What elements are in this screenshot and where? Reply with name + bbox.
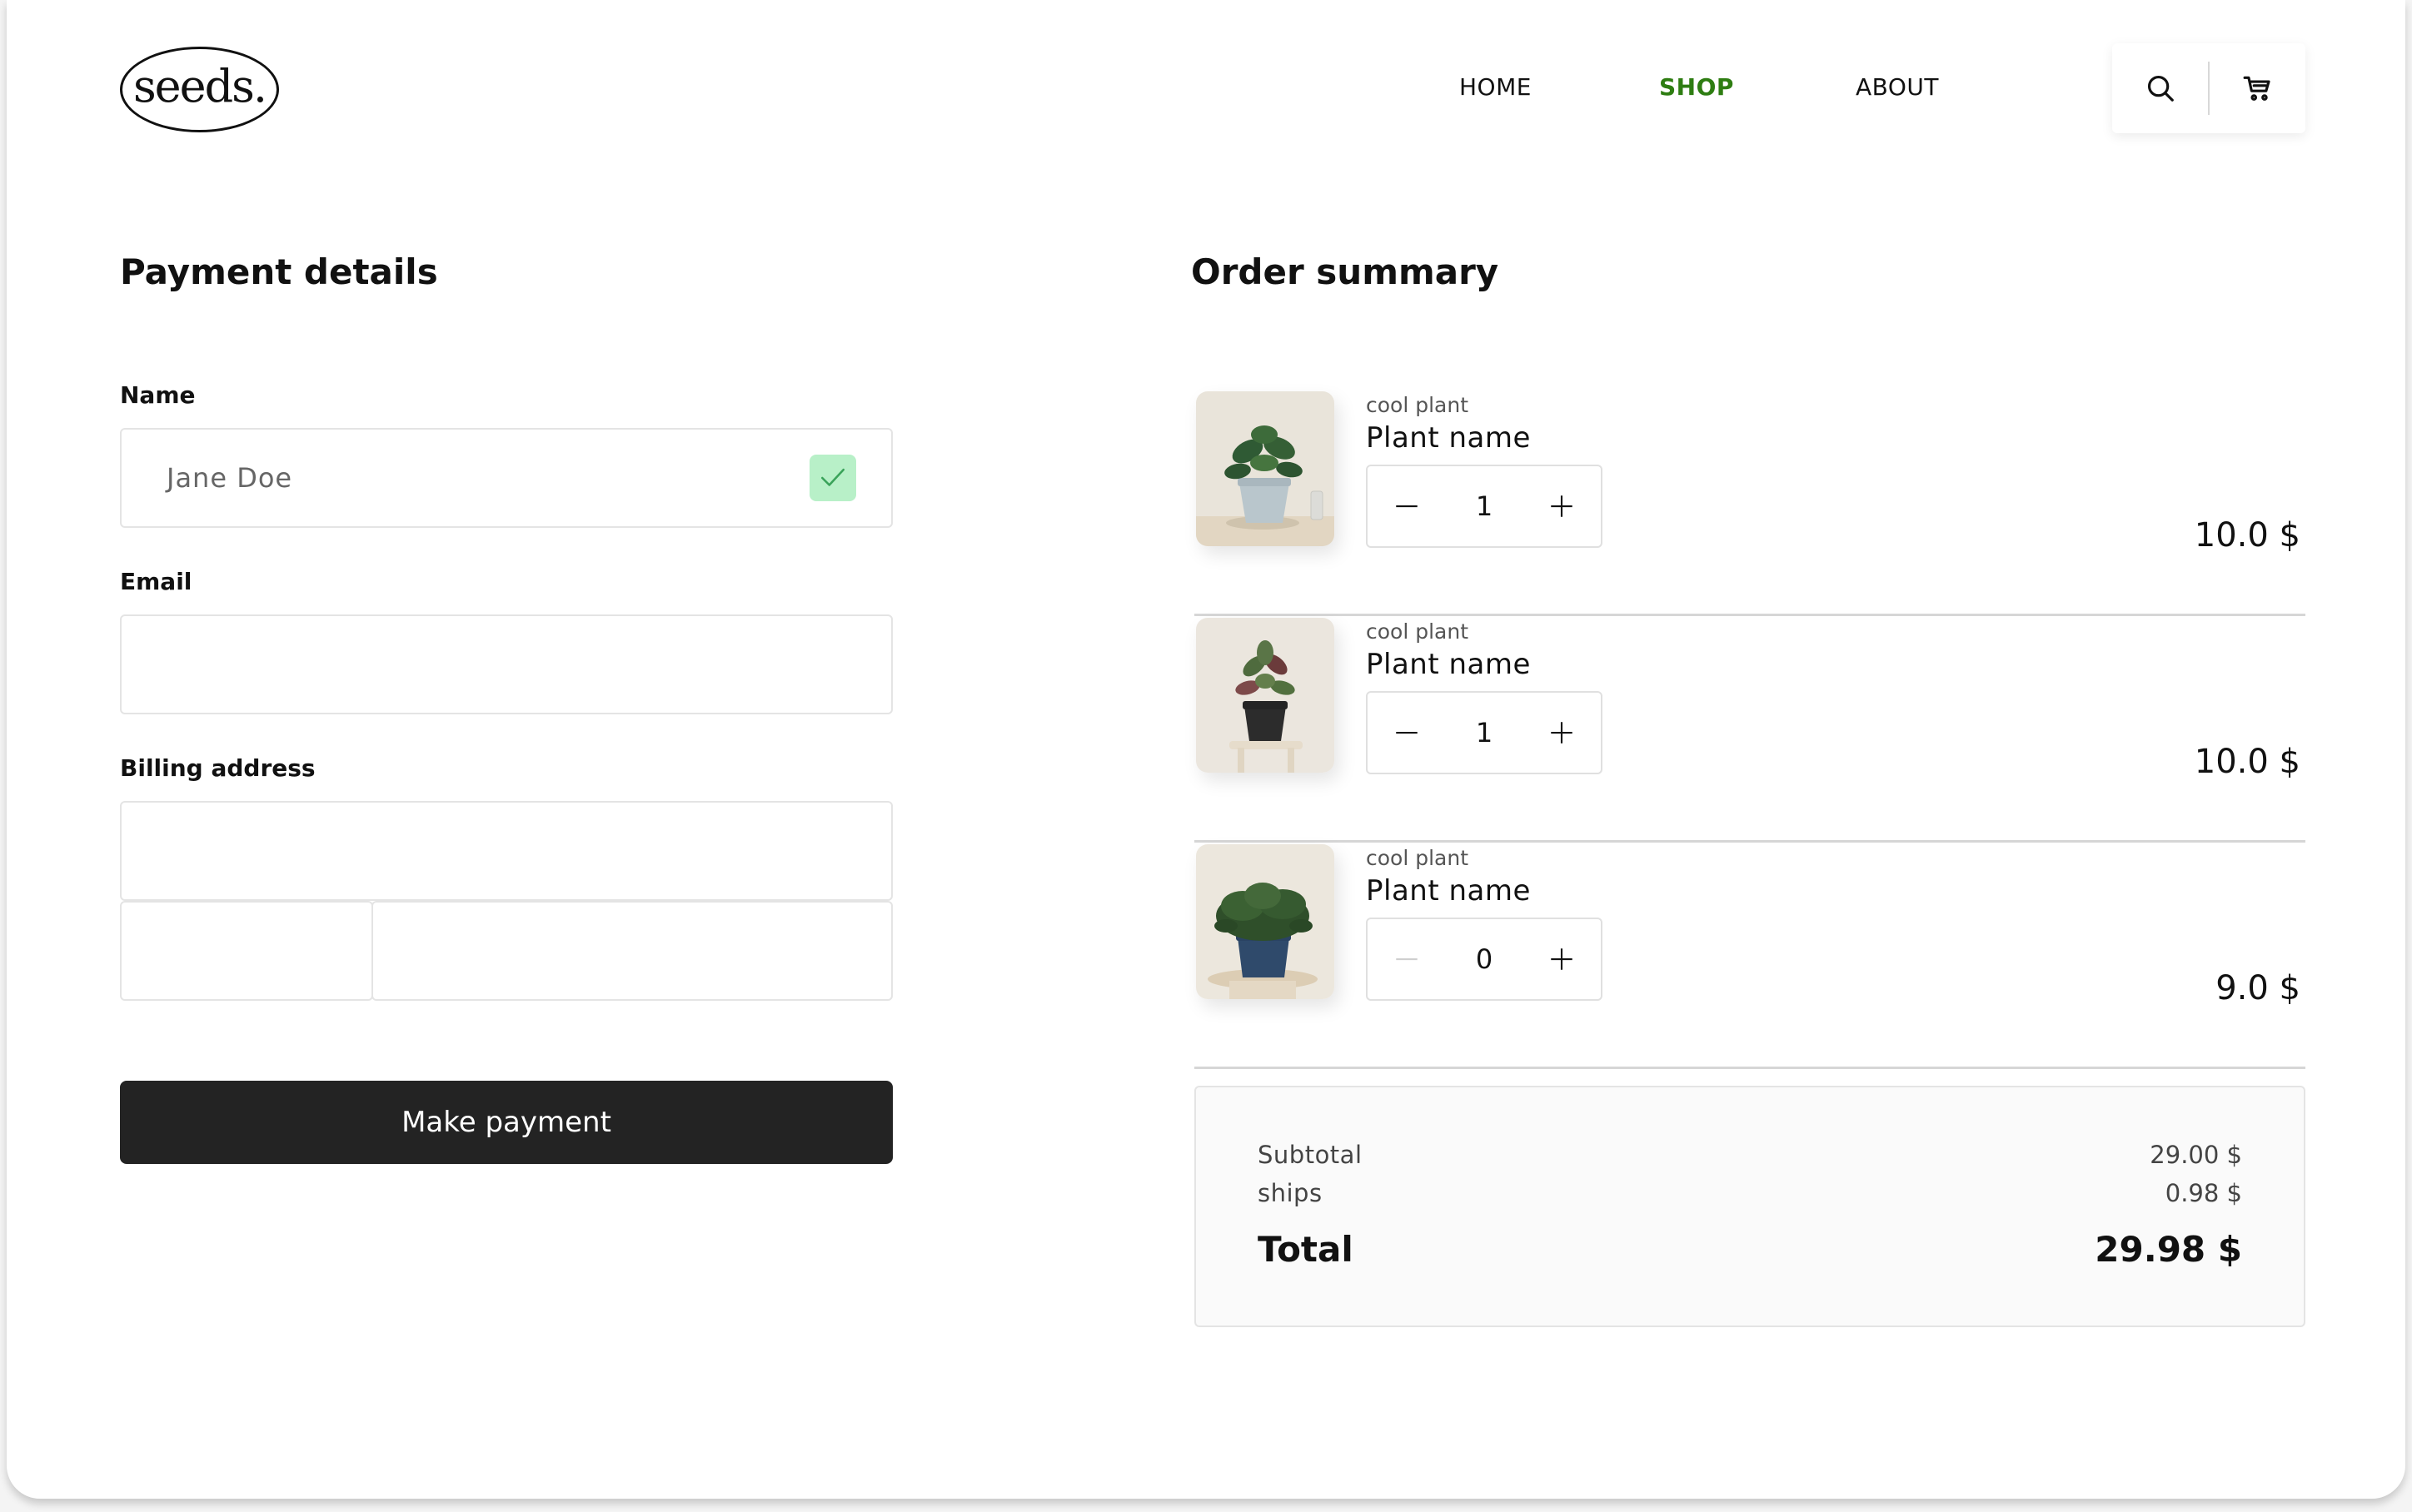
- name-label: Name: [120, 381, 196, 409]
- plant-image: [1196, 391, 1334, 546]
- app-window: seeds. HOME SHOP ABOUT Payment details N…: [7, 0, 2405, 1499]
- order-summary-title: Order summary: [1191, 251, 1499, 292]
- item-name: Plant name: [1366, 421, 1531, 455]
- cart-icon: [2243, 76, 2270, 101]
- increase-button[interactable]: [1522, 693, 1601, 773]
- total-label: Total: [1258, 1229, 1353, 1270]
- order-item: cool plant Plant name 0 9.0 $: [1194, 844, 2305, 1069]
- cart-button[interactable]: [2210, 43, 2305, 133]
- billing-zip-field[interactable]: [120, 901, 373, 1001]
- header-actions: [2112, 43, 2305, 133]
- plant-image: [1196, 844, 1334, 999]
- decrease-button[interactable]: [1368, 919, 1446, 999]
- item-price: 9.0 $: [2215, 969, 2300, 1007]
- subtotal-label: Subtotal: [1258, 1141, 1363, 1169]
- quantity-value: 1: [1475, 717, 1493, 749]
- check-icon: [820, 468, 845, 486]
- billing-street-field[interactable]: [120, 801, 893, 901]
- item-subtitle: cool plant: [1366, 393, 1469, 417]
- order-item: cool plant Plant name 1 10.0 $: [1194, 391, 2305, 616]
- increase-button[interactable]: [1522, 466, 1601, 546]
- billing-city-field[interactable]: [371, 901, 893, 1001]
- decrease-button[interactable]: [1368, 466, 1446, 546]
- minus-icon: [1396, 505, 1418, 508]
- shipping-value: 0.98 $: [2165, 1179, 2242, 1207]
- name-valid-badge: [810, 455, 856, 501]
- item-name: Plant name: [1366, 874, 1531, 908]
- email-field[interactable]: [120, 614, 893, 714]
- item-name: Plant name: [1366, 648, 1531, 681]
- email-label: Email: [120, 568, 192, 595]
- nav-about-link[interactable]: ABOUT: [1856, 73, 1939, 101]
- name-field[interactable]: Jane Doe: [120, 428, 893, 528]
- search-button[interactable]: [2112, 43, 2208, 133]
- decrease-button[interactable]: [1368, 693, 1446, 773]
- shipping-label: ships: [1258, 1179, 1323, 1207]
- item-subtitle: cool plant: [1366, 619, 1469, 644]
- name-value: Jane Doe: [167, 462, 293, 494]
- item-price: 10.0 $: [2194, 743, 2300, 781]
- plant-image: [1196, 618, 1334, 773]
- minus-icon: [1396, 957, 1418, 961]
- billing-address-label: Billing address: [120, 754, 316, 782]
- plus-icon: [1551, 722, 1572, 744]
- item-price: 10.0 $: [2194, 516, 2300, 555]
- order-totals: Subtotal 29.00 $ ships 0.98 $ Total 29.9…: [1194, 1086, 2305, 1327]
- search-icon: [2147, 75, 2174, 102]
- plus-icon: [1551, 495, 1572, 517]
- quantity-stepper: 1: [1366, 465, 1602, 548]
- seeds-logo[interactable]: seeds.: [120, 47, 279, 132]
- quantity-value: 0: [1475, 943, 1493, 975]
- logo-text: seeds.: [132, 60, 267, 112]
- payment-details-title: Payment details: [120, 251, 438, 292]
- increase-button[interactable]: [1522, 919, 1601, 999]
- make-payment-button[interactable]: Make payment: [120, 1081, 893, 1164]
- item-subtitle: cool plant: [1366, 846, 1469, 870]
- minus-icon: [1396, 731, 1418, 734]
- subtotal-value: 29.00 $: [2150, 1141, 2242, 1169]
- quantity-stepper: 1: [1366, 691, 1602, 774]
- nav-shop-link[interactable]: SHOP: [1659, 73, 1734, 101]
- nav-home-link[interactable]: HOME: [1459, 73, 1532, 101]
- quantity-stepper: 0: [1366, 918, 1602, 1001]
- order-item: cool plant Plant name 1 10.0 $: [1194, 618, 2305, 843]
- plus-icon: [1551, 948, 1572, 970]
- quantity-value: 1: [1475, 490, 1493, 522]
- total-value: 29.98 $: [2095, 1229, 2242, 1270]
